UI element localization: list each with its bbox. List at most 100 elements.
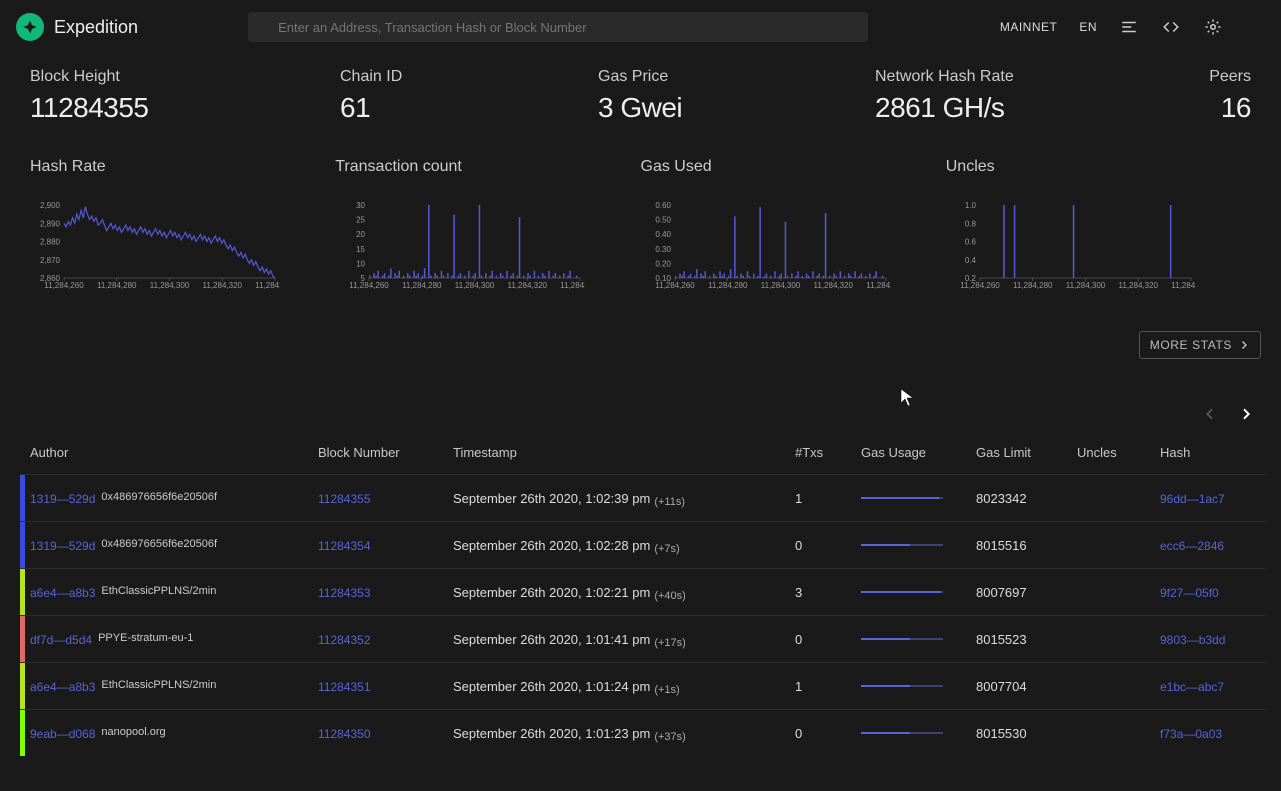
hash-link[interactable]: e1bc—abc7 <box>1160 680 1224 694</box>
hash-link[interactable]: 96dd—1ac7 <box>1160 492 1225 506</box>
code-icon[interactable] <box>1161 17 1181 37</box>
svg-text:11,284,260: 11,284,260 <box>960 281 1000 290</box>
svg-text:11,284,320: 11,284,320 <box>203 281 243 290</box>
author-link[interactable]: a6e4—a8b3 <box>30 586 95 600</box>
cell-gas-limit: 8015523 <box>976 632 1077 647</box>
svg-text:11,284,320: 11,284,320 <box>1118 281 1158 290</box>
gas-usage-bar <box>861 685 943 687</box>
more-stats-button[interactable]: MORE STATS <box>1139 331 1261 359</box>
cell-hash: 96dd—1ac7 <box>1160 490 1255 506</box>
network-label[interactable]: MAINNET <box>1000 20 1058 34</box>
block-number-link[interactable]: 11284352 <box>318 633 371 647</box>
hash-link[interactable]: 9803—b3dd <box>1160 633 1225 647</box>
gas-usage-bar <box>861 638 943 640</box>
table-row: 9eab—d068nanopool.org11284350September 2… <box>20 709 1265 756</box>
stat-peers: Peers 16 <box>1171 68 1251 124</box>
gas-usage-bar <box>861 732 943 734</box>
svg-text:25: 25 <box>356 216 365 225</box>
cell-block-number: 11284353 <box>318 584 453 600</box>
th-hash: Hash <box>1160 445 1255 460</box>
svg-text:0.30: 0.30 <box>655 245 671 254</box>
chart-svg-tx-count: 3025201510511,284,26011,284,28011,284,30… <box>335 200 585 300</box>
svg-text:11,284,340: 11,284,340 <box>866 281 891 290</box>
chart-title: Uncles <box>946 158 1251 176</box>
svg-text:10: 10 <box>356 259 365 268</box>
cell-timestamp: September 26th 2020, 1:02:39 pm(+11s) <box>453 490 795 506</box>
stat-label: Gas Price <box>598 68 875 86</box>
logo-icon[interactable] <box>16 13 44 41</box>
chart-title: Hash Rate <box>30 158 335 176</box>
svg-text:0.50: 0.50 <box>655 216 671 225</box>
author-link[interactable]: 1319—529d <box>30 539 95 553</box>
stat-chain-id: Chain ID 61 <box>340 68 598 124</box>
top-bar: Expedition MAINNET EN <box>0 0 1281 54</box>
th-txs: #Txs <box>795 445 861 460</box>
chart-tx-count: Transaction count 3025201510511,284,2601… <box>335 158 640 303</box>
svg-text:11,284,300: 11,284,300 <box>760 281 800 290</box>
stat-label: Peers <box>1171 68 1251 86</box>
author-link[interactable]: df7d—d5d4 <box>30 633 92 647</box>
timestamp-text: September 26th 2020, 1:02:39 pm <box>453 491 650 506</box>
th-gas-usage: Gas Usage <box>861 445 976 460</box>
charts-row: Hash Rate 2,9002,8902,8802,8702,86011,28… <box>0 124 1281 303</box>
author-link[interactable]: 9eab—d068 <box>30 727 95 741</box>
row-color-edge <box>20 663 25 709</box>
svg-text:11,284,280: 11,284,280 <box>1013 281 1053 290</box>
cell-gas-limit: 8015516 <box>976 538 1077 553</box>
hash-link[interactable]: 9f27—05f0 <box>1160 586 1219 600</box>
row-color-edge <box>20 569 25 615</box>
timestamp-text: September 26th 2020, 1:01:41 pm <box>453 632 650 647</box>
page-next-button[interactable] <box>1237 405 1255 423</box>
block-number-link[interactable]: 11284355 <box>318 492 371 506</box>
page-prev-button[interactable] <box>1201 405 1219 423</box>
svg-text:11,284,280: 11,284,280 <box>402 281 442 290</box>
cell-txs: 0 <box>795 726 861 741</box>
svg-text:0.40: 0.40 <box>655 230 671 239</box>
theme-toggle-icon[interactable] <box>1245 17 1265 37</box>
row-color-edge <box>20 522 25 568</box>
chart-hash-rate: Hash Rate 2,9002,8902,8802,8702,86011,28… <box>30 158 335 303</box>
lang-label[interactable]: EN <box>1079 20 1097 34</box>
app-title: Expedition <box>54 17 138 38</box>
block-number-link[interactable]: 11284350 <box>318 727 371 741</box>
gear-icon[interactable] <box>1203 17 1223 37</box>
author-link[interactable]: a6e4—a8b3 <box>30 680 95 694</box>
cell-author: 1319—529d 0x486976656f6e20506f <box>30 490 318 506</box>
cell-author: a6e4—a8b3EthClassicPPLNS/2min <box>30 678 318 694</box>
author-extra: 0x486976656f6e20506f <box>101 491 217 503</box>
svg-text:20: 20 <box>356 230 365 239</box>
svg-text:2,870: 2,870 <box>40 256 61 265</box>
cell-gas-usage <box>861 732 976 734</box>
cell-hash: 9f27—05f0 <box>1160 584 1255 600</box>
svg-text:11,284,340: 11,284,340 <box>561 281 586 290</box>
cell-gas-usage <box>861 497 976 499</box>
cell-timestamp: September 26th 2020, 1:01:24 pm(+1s) <box>453 678 795 694</box>
svg-text:11,284,280: 11,284,280 <box>708 281 748 290</box>
cell-block-number: 11284355 <box>318 490 453 506</box>
stat-value: 2861 GH/s <box>875 92 1171 124</box>
gas-usage-bar <box>861 544 943 546</box>
gas-usage-bar <box>861 497 943 499</box>
hash-link[interactable]: f73a—0a03 <box>1160 727 1222 741</box>
chart-title: Transaction count <box>335 158 640 176</box>
cell-hash: e1bc—abc7 <box>1160 678 1255 694</box>
more-stats-label: MORE STATS <box>1150 338 1232 352</box>
block-number-link[interactable]: 11284354 <box>318 539 371 553</box>
cell-block-number: 11284351 <box>318 678 453 694</box>
svg-text:0.6: 0.6 <box>965 238 977 247</box>
cell-txs: 0 <box>795 538 861 553</box>
menu-icon[interactable] <box>1119 17 1139 37</box>
timestamp-delta: (+17s) <box>654 637 686 649</box>
author-extra: EthClassicPPLNS/2min <box>101 585 216 597</box>
cell-gas-usage <box>861 544 976 546</box>
stat-block-height: Block Height 11284355 <box>30 68 340 124</box>
author-link[interactable]: 1319—529d <box>30 492 95 506</box>
cell-gas-usage <box>861 638 976 640</box>
table-body: 1319—529d 0x486976656f6e20506f 11284355 Sep… <box>20 474 1265 756</box>
search-input[interactable] <box>248 12 868 42</box>
gas-usage-bar <box>861 591 943 593</box>
hash-link[interactable]: ecc6—2846 <box>1160 539 1224 553</box>
block-number-link[interactable]: 11284351 <box>318 680 371 694</box>
block-number-link[interactable]: 11284353 <box>318 586 371 600</box>
row-color-edge <box>20 710 25 756</box>
